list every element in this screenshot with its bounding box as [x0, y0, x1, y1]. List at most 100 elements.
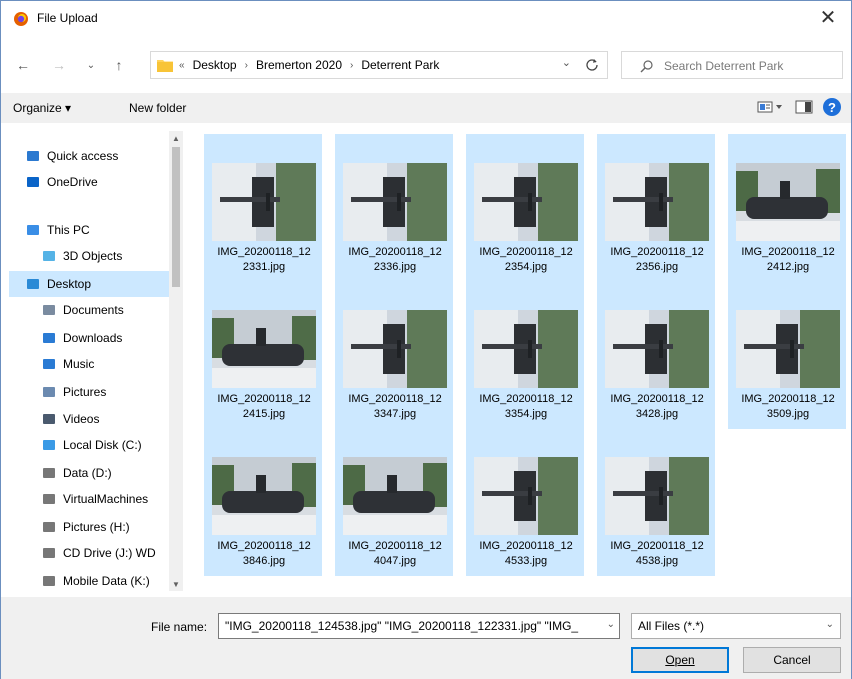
sidebar-item-label: Desktop [47, 277, 92, 291]
sidebar-item-data-d[interactable]: Data (D:) [9, 460, 169, 486]
file-name-line: IMG_20200118_12 [348, 540, 442, 552]
sidebar-item-downloads[interactable]: Downloads [9, 325, 169, 351]
sidebar-item-label: OneDrive [47, 175, 98, 189]
recent-locations-button[interactable]: ⌄ [81, 55, 101, 75]
file-type-select[interactable]: All Files (*.*) ⌄ [631, 613, 841, 639]
file-name-line: 4533.jpg [504, 555, 548, 567]
breadcrumb-overflow-icon[interactable]: « [179, 60, 185, 71]
search-input[interactable]: Search Deterrent Park [621, 51, 843, 79]
sidebar-item-music[interactable]: Music [9, 351, 169, 377]
folder-icon [157, 60, 173, 72]
help-icon[interactable]: ? [823, 98, 841, 116]
document-icon [41, 302, 57, 318]
file-name-input[interactable]: "IMG_20200118_124538.jpg" "IMG_20200118_… [218, 613, 620, 639]
sidebar-item-cd-drive-j-wd[interactable]: CD Drive (J:) WD [9, 540, 169, 566]
sidebar-item-label: CD Drive (J:) WD [63, 546, 156, 560]
address-bar[interactable]: « Desktop › Bremerton 2020 › Deterrent P… [150, 51, 608, 79]
file-name: IMG_20200118_12 4538.jpg [598, 539, 716, 569]
sidebar-item-onedrive[interactable]: OneDrive [9, 169, 169, 195]
scroll-down-arrow-icon[interactable]: ▼ [169, 577, 183, 591]
scroll-thumb[interactable] [172, 147, 180, 287]
command-bar: Organize ▾ New folder ? [1, 93, 851, 123]
sidebar-item-mobile-data-k[interactable]: Mobile Data (K:) [9, 568, 169, 591]
drive-icon [41, 491, 57, 507]
file-item[interactable]: IMG_20200118_12 2412.jpg [728, 134, 846, 282]
file-item[interactable]: IMG_20200118_12 3846.jpg [204, 428, 322, 576]
close-icon: ✕ [819, 6, 837, 29]
sidebar-item-videos[interactable]: Videos [9, 406, 169, 432]
drive-icon [41, 573, 57, 589]
file-item[interactable]: IMG_20200118_12 3354.jpg [466, 281, 584, 429]
sidebar-item-3d-objects[interactable]: 3D Objects [9, 243, 169, 269]
file-item[interactable]: IMG_20200118_12 4047.jpg [335, 428, 453, 576]
up-button[interactable]: ↑ [109, 55, 129, 75]
file-type-value: All Files (*.*) [638, 619, 705, 633]
sidebar-item-documents[interactable]: Documents [9, 297, 169, 323]
file-name: IMG_20200118_12 2331.jpg [205, 245, 323, 275]
sidebar-item-label: Pictures [63, 385, 107, 399]
cancel-button[interactable]: Cancel [743, 647, 841, 673]
file-item[interactable]: IMG_20200118_12 3509.jpg [728, 281, 846, 429]
file-item[interactable]: IMG_20200118_12 2356.jpg [597, 134, 715, 282]
file-item[interactable]: IMG_20200118_12 2415.jpg [204, 281, 322, 429]
file-thumbnail [736, 163, 840, 241]
file-item[interactable]: IMG_20200118_12 2331.jpg [204, 134, 322, 282]
file-item[interactable]: IMG_20200118_12 3428.jpg [597, 281, 715, 429]
sidebar-item-label: Pictures (H:) [63, 520, 130, 534]
file-name: IMG_20200118_12 3428.jpg [598, 392, 716, 422]
file-name-line: IMG_20200118_12 [610, 393, 704, 405]
search-icon [640, 60, 653, 73]
file-name: IMG_20200118_12 3846.jpg [205, 539, 323, 569]
file-name-line: 4538.jpg [635, 555, 679, 567]
sidebar-item-pictures-h[interactable]: Pictures (H:) [9, 514, 169, 540]
firefox-icon [14, 12, 28, 26]
sidebar-item-this-pc[interactable]: This PC [9, 217, 169, 243]
back-button[interactable]: ← [13, 55, 33, 75]
navigation-bar: ← → ⌄ ↑ « Desktop › Bremerton 2020 › Det… [1, 47, 851, 83]
close-button[interactable]: ✕ [805, 1, 851, 33]
cancel-button-label: Cancel [773, 653, 811, 667]
file-item[interactable]: IMG_20200118_12 2354.jpg [466, 134, 584, 282]
breadcrumb-item-bremerton[interactable]: Bremerton 2020 [256, 58, 342, 72]
scroll-up-arrow-icon[interactable]: ▲ [169, 131, 183, 145]
file-thumbnail [474, 163, 578, 241]
organize-button[interactable]: Organize ▾ [13, 101, 71, 115]
preview-pane-icon[interactable] [795, 100, 813, 114]
back-arrow-icon: ← [16, 57, 30, 73]
file-name-bar: File name: "IMG_20200118_124538.jpg" "IM… [1, 597, 851, 679]
new-folder-button[interactable]: New folder [129, 101, 186, 115]
file-name-line: IMG_20200118_12 [610, 246, 704, 258]
file-name-line: 2336.jpg [373, 261, 417, 273]
file-item[interactable]: IMG_20200118_12 3347.jpg [335, 281, 453, 429]
file-thumbnail [212, 310, 316, 388]
sidebar-item-label: Downloads [63, 331, 123, 345]
navigation-pane-scrollbar[interactable]: ▲ ▼ [169, 131, 183, 591]
sidebar-item-desktop[interactable]: Desktop [9, 271, 169, 297]
file-item[interactable]: IMG_20200118_12 4533.jpg [466, 428, 584, 576]
file-name-line: IMG_20200118_12 [217, 540, 311, 552]
open-button[interactable]: Open [631, 647, 729, 673]
breadcrumb-item-deterrent-park[interactable]: Deterrent Park [361, 58, 439, 72]
file-name-line: 3347.jpg [373, 408, 417, 420]
breadcrumb-separator-icon[interactable]: › [245, 60, 248, 71]
window-title: File Upload [37, 11, 98, 25]
file-name: IMG_20200118_12 4533.jpg [467, 539, 585, 569]
change-view-icon[interactable] [757, 100, 785, 114]
navigation-pane: Quick access OneDrive This PC 3D Objects Des… [9, 131, 184, 591]
file-thumbnail [343, 457, 447, 535]
sidebar-item-pictures[interactable]: Pictures [9, 379, 169, 405]
pictures-icon [41, 384, 57, 400]
breadcrumb-item-desktop[interactable]: Desktop [193, 58, 237, 72]
sidebar-item-quick-access[interactable]: Quick access [9, 143, 169, 169]
sidebar-item-virtualmachines[interactable]: VirtualMachines [9, 486, 169, 512]
file-item[interactable]: IMG_20200118_12 4538.jpg [597, 428, 715, 576]
sidebar-item-local-disk-c[interactable]: Local Disk (C:) [9, 432, 169, 458]
drive-icon [41, 465, 57, 481]
refresh-icon[interactable] [585, 58, 599, 72]
file-item[interactable]: IMG_20200118_12 2336.jpg [335, 134, 453, 282]
forward-button[interactable]: → [49, 55, 69, 75]
chevron-down-icon[interactable]: ⌄ [607, 619, 615, 630]
address-dropdown-icon[interactable]: ⌄ [562, 56, 571, 69]
cube-icon [41, 248, 57, 264]
breadcrumb-separator-icon[interactable]: › [350, 60, 353, 71]
